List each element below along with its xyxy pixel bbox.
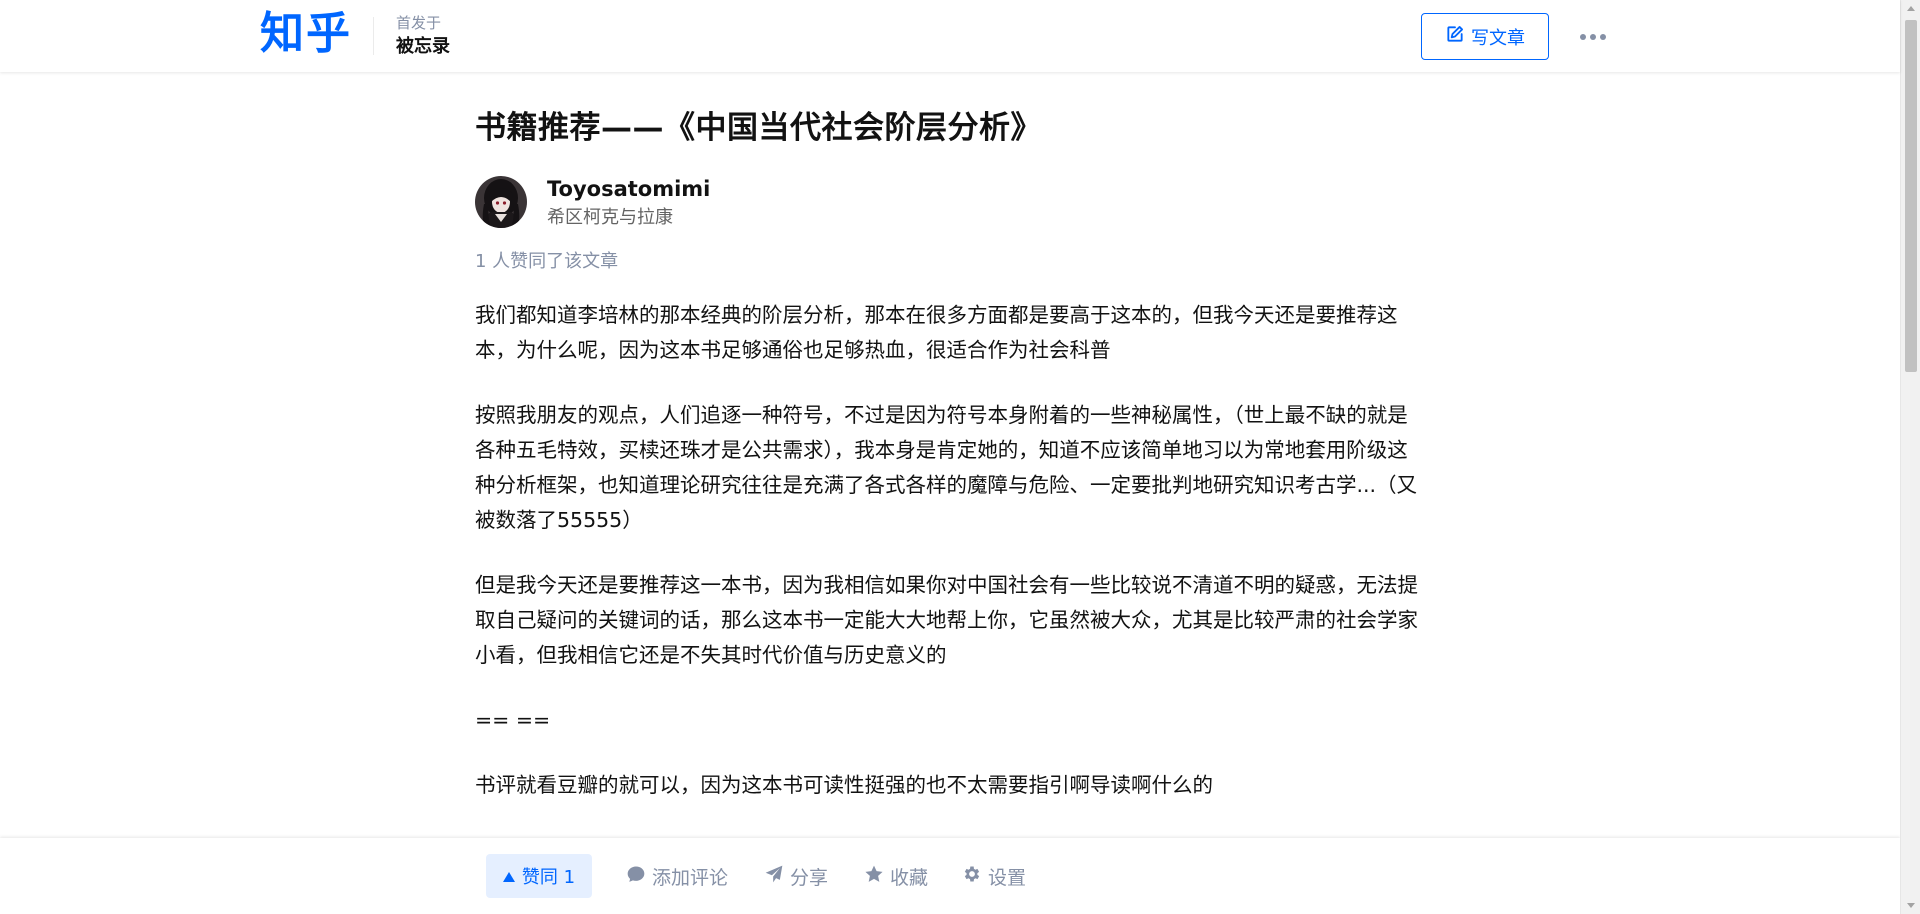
author-info: Toyosatomimi 希区柯克与拉康 <box>475 175 1425 231</box>
write-article-label: 写文章 <box>1471 27 1525 49</box>
article-paragraph: 但是我今天还是要推荐这一本书，因为我相信如果你对中国社会有一些比较说不清道不明的… <box>475 573 1418 667</box>
scrollbar-thumb[interactable] <box>1905 20 1917 372</box>
write-article-button[interactable]: 写文章 <box>1421 13 1549 60</box>
gear-icon <box>962 864 982 889</box>
column-link[interactable]: 被忘录 <box>396 34 450 60</box>
zhihu-logo[interactable]: 知乎 <box>260 8 352 60</box>
article-paragraph: 我们都知道李培林的那本经典的阶层分析，那本在很多方面都是要高于这本的，但我今天还… <box>475 303 1398 362</box>
article-paragraph: 按照我朋友的观点，人们追逐一种符号，不过是因为符号本身附着的一些神秘属性，（世上… <box>475 403 1418 532</box>
add-comment-label: 添加评论 <box>652 866 729 889</box>
favorite-button[interactable]: 收藏 <box>864 854 928 898</box>
settings-label: 设置 <box>988 866 1027 889</box>
article-title: 书籍推荐——《中国当代社会阶层分析》 <box>475 110 1042 146</box>
scroll-up-arrow-icon[interactable] <box>1907 6 1915 11</box>
author-avatar[interactable] <box>475 176 527 228</box>
page-scrollbar[interactable] <box>1900 0 1920 914</box>
paper-plane-icon <box>764 864 784 889</box>
top-header: 知乎 首发于 被忘录 写文章 <box>0 0 1900 72</box>
article-paragraph: 书评就看豆瓣的就可以，因为这本书可读性挺强的也不太需要指引啊导读啊什么的 <box>475 773 1213 797</box>
star-icon <box>864 864 884 889</box>
column-info: 首发于 被忘录 <box>396 12 450 60</box>
share-button[interactable]: 分享 <box>764 854 828 898</box>
published-label: 首发于 <box>396 14 442 32</box>
upvote-label: 赞同 1 <box>521 867 576 888</box>
comment-icon <box>626 864 646 889</box>
scroll-down-arrow-icon[interactable] <box>1907 903 1915 908</box>
edit-icon <box>1445 24 1465 49</box>
settings-button[interactable]: 设置 <box>962 854 1026 898</box>
more-dots-icon <box>1579 26 1607 45</box>
article: 书籍推荐——《中国当代社会阶层分析》 Toyosatomimi 希区柯克与拉康 … <box>475 100 1425 803</box>
triangle-up-icon <box>502 866 515 887</box>
vote-summary: 1 人赞同了该文章 <box>475 251 619 272</box>
upvote-button[interactable]: 赞同 1 <box>486 854 592 898</box>
add-comment-button[interactable]: 添加评论 <box>626 854 728 898</box>
more-menu-button[interactable] <box>1576 20 1610 50</box>
author-bio: 希区柯克与拉康 <box>547 207 673 228</box>
article-action-bar: 赞同 1 添加评论 分享 收藏 设置 <box>0 838 1900 914</box>
article-separator: == == <box>475 708 551 732</box>
favorite-label: 收藏 <box>890 866 929 889</box>
header-divider <box>373 17 374 55</box>
author-name[interactable]: Toyosatomimi <box>547 175 710 203</box>
share-label: 分享 <box>790 866 829 889</box>
